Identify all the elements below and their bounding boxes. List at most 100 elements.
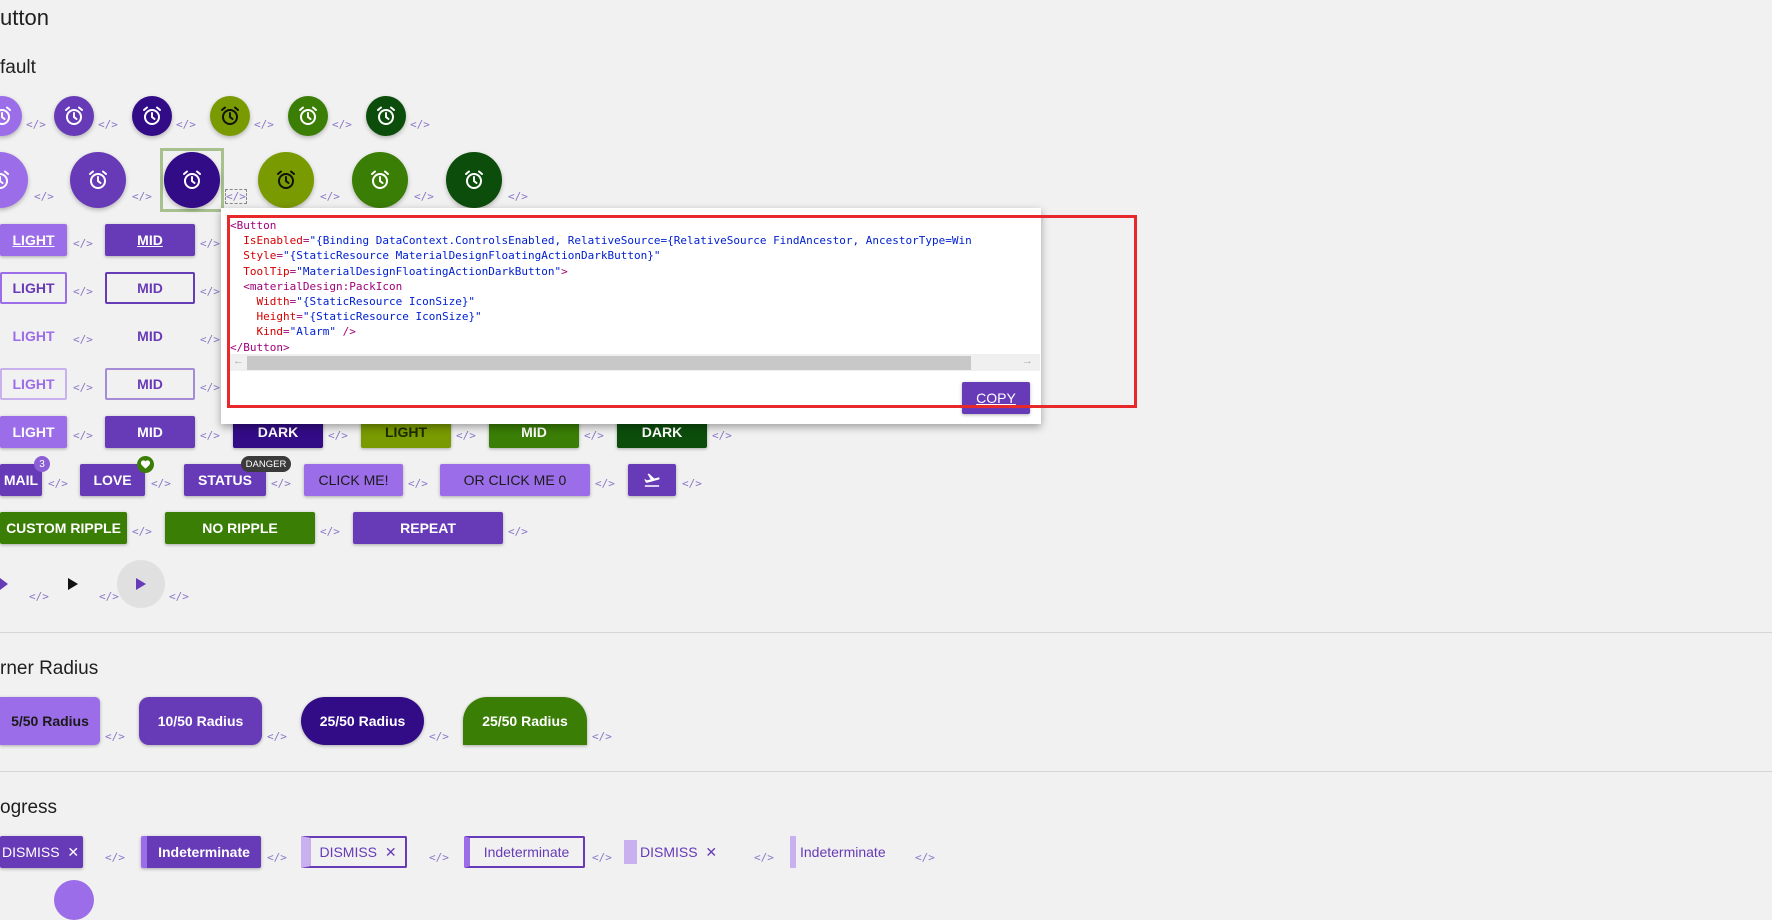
- button-love[interactable]: LOVE: [80, 464, 145, 496]
- code-icon[interactable]: </>: [254, 118, 274, 131]
- code-icon[interactable]: </>: [169, 590, 189, 603]
- code-icon[interactable]: </>: [225, 189, 247, 204]
- button-raised-light[interactable]: LIGHT: [0, 416, 67, 448]
- code-icon[interactable]: </>: [73, 333, 93, 346]
- code-icon[interactable]: </>: [73, 237, 93, 250]
- code-icon[interactable]: </>: [271, 477, 291, 490]
- button-outline-mid[interactable]: MID: [105, 272, 195, 304]
- fab-large[interactable]: [446, 152, 502, 208]
- section-title-progress: ogress: [0, 797, 58, 818]
- button-outline2-mid[interactable]: MID: [105, 368, 195, 400]
- code-icon[interactable]: </>: [592, 730, 612, 743]
- code-icon[interactable]: </>: [105, 851, 125, 864]
- button-radius-10[interactable]: 10/50 Radius: [139, 697, 262, 745]
- highlight-box: [227, 215, 1137, 408]
- code-icon[interactable]: </>: [105, 730, 125, 743]
- code-icon[interactable]: </>: [429, 730, 449, 743]
- button-light[interactable]: LIGHT: [0, 224, 67, 256]
- code-icon[interactable]: </>: [200, 285, 220, 298]
- fab-small[interactable]: [366, 96, 406, 136]
- button-raised-mid[interactable]: MID: [105, 416, 195, 448]
- button-indeterminate-outline[interactable]: Indeterminate: [464, 836, 585, 868]
- code-icon[interactable]: </>: [584, 429, 604, 442]
- button-airplane[interactable]: [628, 464, 676, 496]
- progress-bar-dismiss-flat: [624, 840, 637, 864]
- button-custom-ripple[interactable]: CUSTOM RIPPLE: [0, 512, 127, 544]
- fab-small[interactable]: [210, 96, 250, 136]
- button-radius-5[interactable]: 5/50 Radius: [0, 697, 100, 745]
- code-icon[interactable]: </>: [320, 190, 340, 203]
- code-icon[interactable]: </>: [73, 381, 93, 394]
- button-outline2-light[interactable]: LIGHT: [0, 368, 67, 400]
- button-outline-light[interactable]: LIGHT: [0, 272, 67, 304]
- close-icon[interactable]: ✕: [67, 844, 79, 861]
- code-icon[interactable]: </>: [26, 118, 46, 131]
- fab-partial[interactable]: [54, 880, 94, 920]
- code-icon[interactable]: </>: [34, 190, 54, 203]
- code-icon[interactable]: </>: [508, 525, 528, 538]
- button-mid[interactable]: MID: [105, 224, 195, 256]
- fab-small[interactable]: [54, 96, 94, 136]
- code-icon[interactable]: </>: [429, 851, 449, 864]
- code-icon[interactable]: </>: [132, 525, 152, 538]
- fab-small[interactable]: [0, 96, 22, 136]
- button-dismiss-filled[interactable]: DISMISS ✕: [0, 836, 83, 868]
- fab-large[interactable]: [258, 152, 314, 208]
- button-flat-light[interactable]: LIGHT: [0, 320, 67, 352]
- code-icon[interactable]: </>: [176, 118, 196, 131]
- fab-small[interactable]: [288, 96, 328, 136]
- code-icon[interactable]: </>: [267, 730, 287, 743]
- button-no-ripple[interactable]: NO RIPPLE: [165, 512, 315, 544]
- button-dismiss-outline[interactable]: DISMISS ✕: [301, 836, 407, 868]
- code-icon[interactable]: </>: [410, 118, 430, 131]
- code-icon[interactable]: </>: [200, 333, 220, 346]
- code-icon[interactable]: </>: [320, 525, 340, 538]
- alarm-icon: [221, 106, 239, 125]
- code-icon[interactable]: </>: [48, 477, 68, 490]
- button-indeterminate-flat[interactable]: Indeterminate: [800, 836, 900, 868]
- button-indeterminate-filled[interactable]: Indeterminate: [141, 836, 261, 868]
- code-icon[interactable]: </>: [595, 477, 615, 490]
- code-icon[interactable]: </>: [267, 851, 287, 864]
- play-icon[interactable]: [66, 576, 80, 592]
- button-repeat[interactable]: REPEAT: [353, 512, 503, 544]
- alarm-icon: [277, 170, 295, 189]
- code-icon[interactable]: </>: [915, 851, 935, 864]
- button-dismiss-flat[interactable]: DISMISS ✕: [640, 836, 720, 868]
- code-icon[interactable]: </>: [332, 118, 352, 131]
- code-icon[interactable]: </>: [200, 429, 220, 442]
- button-or-click-me[interactable]: OR CLICK ME 0: [440, 464, 590, 496]
- code-icon[interactable]: </>: [328, 429, 348, 442]
- code-icon[interactable]: </>: [414, 190, 434, 203]
- play-icon[interactable]: [0, 576, 10, 592]
- code-icon[interactable]: </>: [200, 237, 220, 250]
- button-flat-mid[interactable]: MID: [105, 320, 195, 352]
- play-button-circle[interactable]: [117, 560, 165, 608]
- code-icon[interactable]: </>: [132, 190, 152, 203]
- code-icon[interactable]: </>: [712, 429, 732, 442]
- code-icon[interactable]: </>: [73, 285, 93, 298]
- fab-small[interactable]: [132, 96, 172, 136]
- close-icon[interactable]: ✕: [705, 844, 717, 861]
- code-icon[interactable]: </>: [592, 851, 612, 864]
- code-icon[interactable]: </>: [408, 477, 428, 490]
- button-radius-25[interactable]: 25/50 Radius: [301, 697, 424, 745]
- fab-large[interactable]: [0, 152, 28, 208]
- code-icon[interactable]: </>: [29, 590, 49, 603]
- code-icon[interactable]: </>: [508, 190, 528, 203]
- code-icon[interactable]: </>: [98, 118, 118, 131]
- code-icon[interactable]: </>: [200, 381, 220, 394]
- code-icon[interactable]: </>: [754, 851, 774, 864]
- airplane-takeoff-icon: [644, 473, 660, 487]
- close-icon[interactable]: ✕: [385, 844, 397, 861]
- button-radius-25-top[interactable]: 25/50 Radius: [463, 697, 587, 745]
- code-icon[interactable]: </>: [151, 477, 171, 490]
- fab-large[interactable]: [70, 152, 126, 208]
- code-icon[interactable]: </>: [99, 590, 119, 603]
- fab-large[interactable]: [352, 152, 408, 208]
- button-click-me[interactable]: CLICK ME!: [304, 464, 403, 496]
- code-icon[interactable]: </>: [73, 429, 93, 442]
- code-icon[interactable]: </>: [682, 477, 702, 490]
- fab-large[interactable]: [164, 152, 220, 208]
- code-icon[interactable]: </>: [456, 429, 476, 442]
